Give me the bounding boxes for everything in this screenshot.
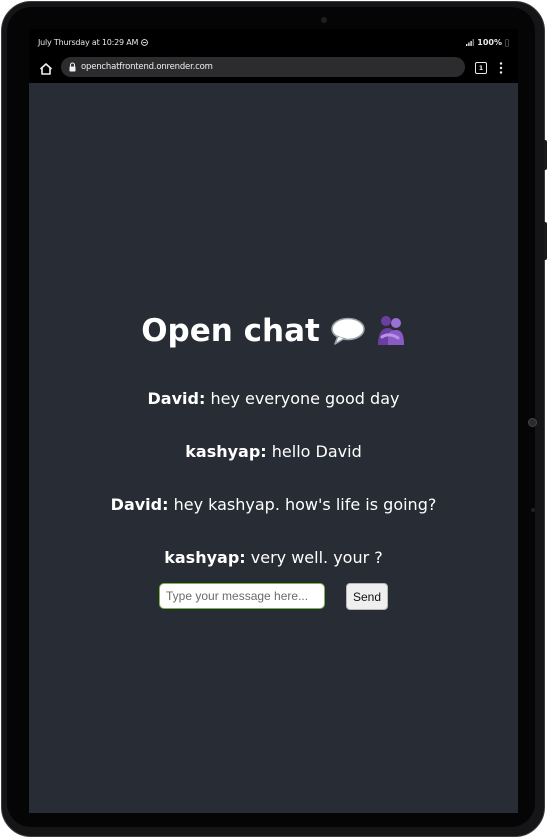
- message-author: David:: [110, 495, 169, 514]
- message-author: kashyap:: [164, 548, 246, 567]
- people-hugging-icon: [377, 316, 404, 345]
- status-time: July Thursday at 10:29 AM: [38, 38, 139, 47]
- signal-icon: [466, 39, 475, 46]
- address-bar[interactable]: openchatfrontend.onrender.com: [61, 57, 465, 77]
- status-right-group: 100%: [466, 38, 509, 47]
- url-text: openchatfrontend.onrender.com: [81, 62, 213, 72]
- browser-toolbar: openchatfrontend.onrender.com 1: [29, 55, 518, 83]
- message-author: kashyap:: [185, 442, 267, 461]
- chat-message: kashyap: very well. your ?: [29, 548, 518, 567]
- side-dot: [531, 508, 535, 512]
- chat-message: kashyap: hello David: [29, 442, 518, 461]
- side-sensor: [528, 418, 537, 427]
- front-camera: [321, 17, 327, 23]
- battery-percent: 100%: [477, 38, 502, 47]
- volume-button: [544, 222, 547, 260]
- chat-message: David: hey everyone good day: [29, 389, 518, 408]
- lock-icon: [69, 62, 76, 72]
- chat-message: David: hey kashyap. how's life is going?: [29, 495, 518, 514]
- page-title: Open chat: [29, 313, 518, 349]
- do-not-disturb-icon: [141, 39, 149, 46]
- battery-icon: [505, 38, 509, 47]
- message-text: hey kashyap. how's life is going?: [173, 495, 437, 514]
- chat-app: Open chat David: hey everyone good day k…: [29, 83, 518, 813]
- screen: July Thursday at 10:29 AM 100% openchatf…: [29, 29, 518, 813]
- send-button[interactable]: Send: [346, 583, 388, 610]
- speech-bubble-icon: [331, 317, 365, 345]
- status-bar: July Thursday at 10:29 AM 100%: [29, 29, 518, 55]
- title-icons: [330, 315, 406, 347]
- home-icon[interactable]: [38, 61, 54, 77]
- message-text: hey everyone good day: [210, 389, 400, 408]
- tab-switcher-icon[interactable]: 1: [475, 62, 487, 74]
- message-input[interactable]: [159, 583, 325, 609]
- message-text: hello David: [271, 442, 362, 461]
- title-text: Open chat: [141, 313, 320, 349]
- overflow-menu-icon[interactable]: [498, 61, 504, 75]
- power-button: [544, 140, 547, 170]
- message-author: David:: [147, 389, 206, 408]
- message-text: very well. your ?: [250, 548, 383, 567]
- status-time-group: July Thursday at 10:29 AM: [38, 38, 149, 47]
